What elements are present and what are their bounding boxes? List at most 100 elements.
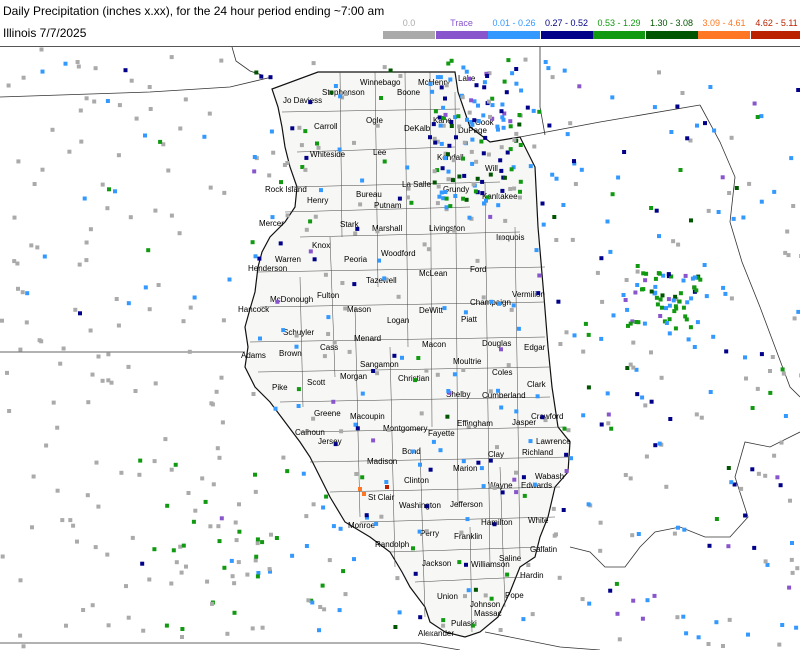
station-marker: [628, 362, 633, 367]
legend-swatch: [488, 31, 540, 39]
station-marker: [397, 196, 402, 201]
station-marker: [641, 287, 646, 292]
station-marker: [605, 391, 610, 396]
station-marker: [187, 349, 192, 354]
precipitation-map[interactable]: Jo Daviess Stephenson Winnebago Boone McHenr…: [0, 46, 800, 650]
station-marker: [364, 513, 369, 518]
station-marker: [163, 437, 168, 442]
county-label: Richland: [522, 448, 553, 457]
station-marker: [517, 195, 522, 200]
station-marker: [93, 66, 98, 71]
station-marker: [633, 290, 638, 295]
station-marker: [152, 547, 157, 552]
station-marker: [174, 560, 179, 565]
station-marker: [790, 541, 794, 545]
station-marker: [113, 189, 117, 194]
county-label: Clinton: [404, 476, 429, 485]
station-marker: [73, 307, 78, 312]
station-marker: [428, 467, 433, 472]
station-marker: [290, 553, 295, 558]
station-marker: [338, 94, 343, 99]
county-label: Gallatin: [530, 545, 557, 554]
station-marker: [318, 605, 323, 609]
county-label: Pike: [272, 383, 288, 392]
station-marker: [467, 215, 472, 220]
station-marker: [525, 105, 530, 110]
station-marker: [512, 137, 517, 142]
station-marker: [565, 132, 570, 137]
legend-label: 0.01 - 0.26: [492, 18, 536, 28]
station-marker: [514, 490, 519, 495]
station-marker: [586, 385, 591, 390]
station-marker: [502, 79, 507, 84]
station-marker: [514, 81, 519, 86]
station-marker: [671, 239, 676, 244]
map-canvas[interactable]: Jo DaviessStephensonWinnebagoBooneMcHenr…: [0, 47, 800, 650]
station-marker: [413, 378, 418, 383]
station-marker: [486, 99, 491, 104]
station-marker: [789, 557, 794, 562]
station-marker: [681, 305, 686, 310]
county-label: Jersey: [318, 437, 342, 446]
station-marker: [303, 167, 308, 172]
station-marker: [496, 388, 500, 393]
station-marker: [678, 291, 683, 296]
station-marker: [763, 559, 768, 564]
station-marker: [250, 626, 255, 631]
station-marker: [500, 490, 505, 495]
station-marker: [696, 635, 701, 640]
station-marker: [499, 347, 503, 352]
station-marker: [686, 337, 691, 342]
station-marker: [564, 330, 569, 335]
station-marker: [499, 405, 504, 410]
station-marker: [472, 118, 477, 123]
station-marker: [5, 370, 9, 375]
station-marker: [447, 143, 452, 148]
station-marker: [448, 204, 453, 209]
station-marker: [583, 321, 588, 326]
station-marker: [649, 289, 654, 294]
station-marker: [304, 227, 309, 232]
station-marker: [446, 177, 451, 182]
station-marker: [664, 484, 669, 489]
station-marker: [667, 331, 672, 336]
station-marker: [606, 421, 611, 426]
county-label: Adams: [241, 351, 266, 360]
station-marker: [528, 439, 533, 444]
station-marker: [147, 307, 152, 312]
station-marker: [635, 264, 640, 268]
map-subtitle: Illinois 7/7/2025: [3, 26, 87, 40]
station-marker: [677, 299, 682, 304]
station-marker: [322, 354, 327, 359]
station-marker: [680, 91, 685, 95]
station-marker: [183, 97, 188, 102]
station-marker: [485, 74, 490, 78]
station-marker: [714, 517, 719, 521]
station-marker: [18, 347, 23, 352]
station-marker: [379, 514, 384, 519]
station-marker: [518, 179, 523, 184]
station-marker: [547, 123, 552, 128]
station-marker: [274, 536, 279, 540]
county-label: Washington: [399, 501, 441, 510]
station-marker: [546, 66, 551, 71]
station-marker: [354, 472, 359, 476]
station-marker: [255, 541, 260, 546]
station-marker: [492, 522, 497, 527]
station-marker: [510, 71, 515, 76]
county-label: Putnam: [374, 201, 402, 210]
station-marker: [475, 258, 480, 263]
station-marker: [317, 628, 321, 633]
station-marker: [411, 546, 415, 551]
station-marker: [704, 294, 709, 299]
station-marker: [570, 237, 575, 242]
county-label: Tazewell: [366, 276, 397, 285]
station-marker: [630, 533, 635, 538]
station-marker: [712, 128, 717, 133]
station-marker: [32, 182, 37, 186]
station-marker: [495, 445, 499, 450]
station-marker: [695, 320, 700, 325]
station-marker: [441, 623, 446, 628]
station-marker: [210, 601, 214, 606]
station-marker: [217, 539, 222, 544]
